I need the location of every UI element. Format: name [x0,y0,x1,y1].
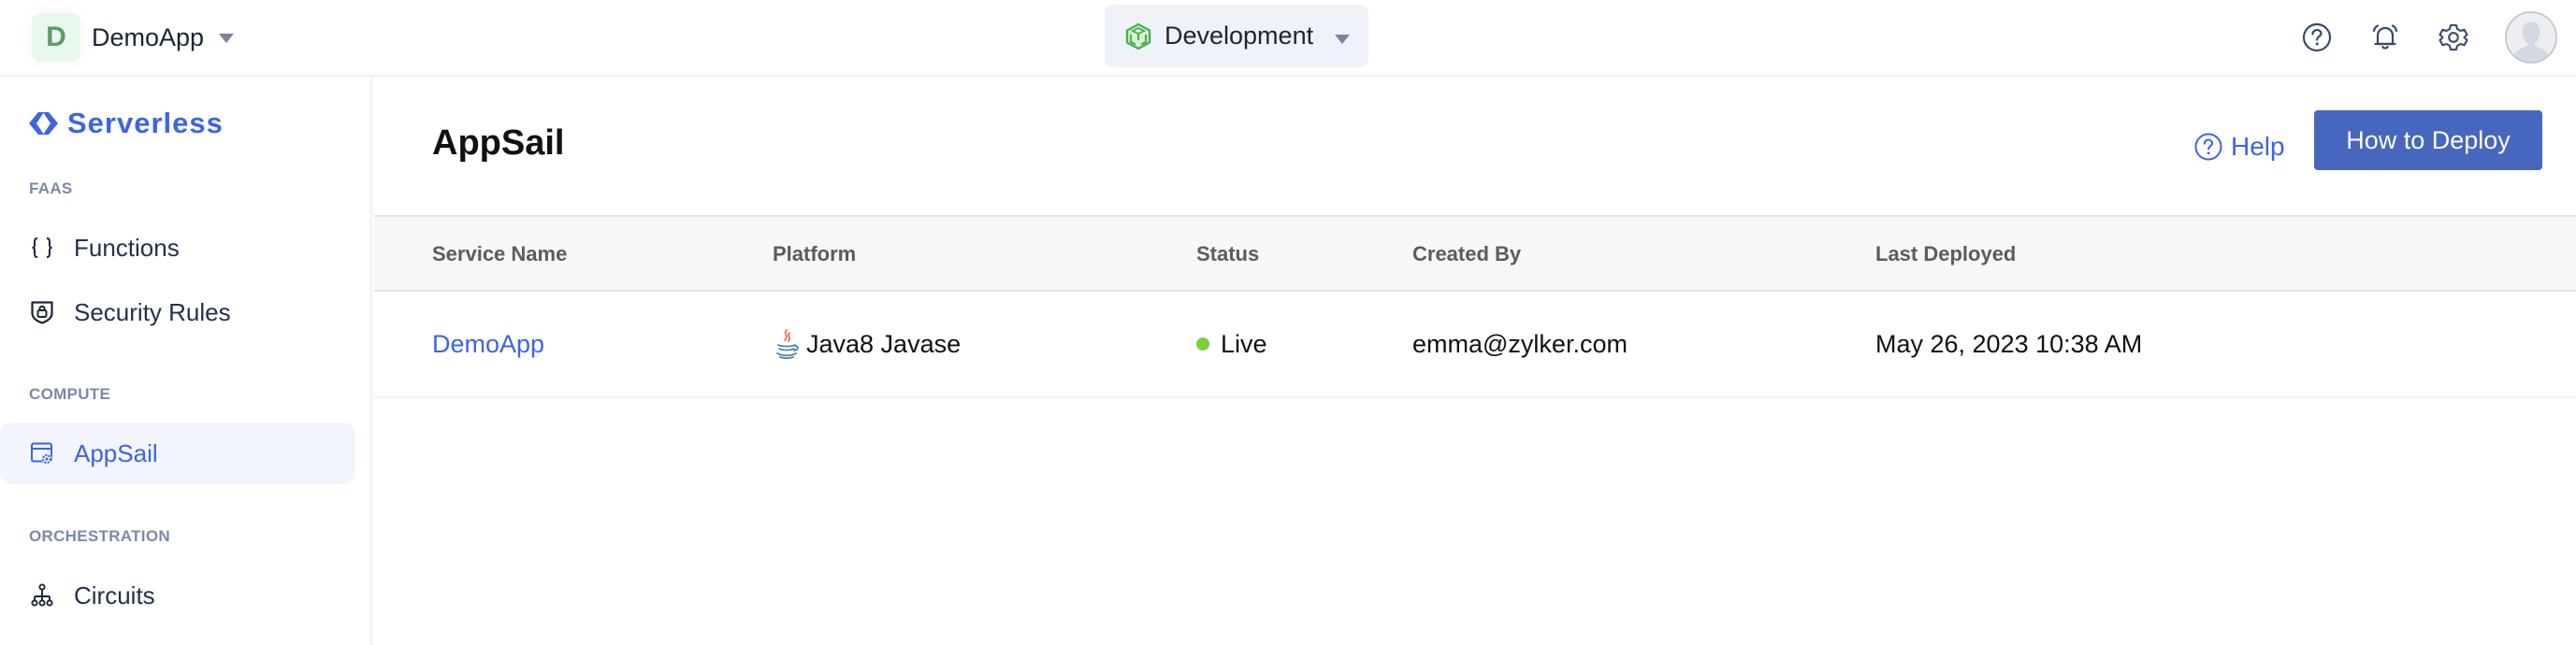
column-header-created-by: Created By [1412,242,1522,265]
nav-label: AppSail [74,438,158,467]
services-table: Service Name Platform Status Created By … [374,215,2576,398]
page-title: AppSail [432,123,565,163]
help-button[interactable] [2300,21,2334,54]
window-gear-icon [29,440,55,466]
brand-title: Serverless [67,107,224,139]
section-label-faas: FAAS [29,179,73,197]
shield-lock-icon [29,299,55,325]
platform-label: Java8 Javase [806,329,962,358]
section-label-orchestration: ORCHESTRATION [29,527,170,545]
java-icon [776,329,799,360]
status-cell: Live [1196,292,1267,396]
sidebar-item-functions[interactable]: Functions [0,217,355,279]
help-icon [2302,22,2332,52]
help-label: Help [2231,132,2285,161]
status-label: Live [1221,329,1267,358]
notifications-button[interactable] [2368,21,2402,54]
sidebar: Serverless FAAS Functions Security Rules… [0,77,372,645]
environment-switcher[interactable]: Development [1105,5,1368,67]
sidebar-item-circuits[interactable]: Circuits [0,565,355,626]
top-header: D DemoApp Development [0,0,2576,77]
serverless-brand[interactable]: Serverless [28,107,224,140]
help-link[interactable]: Help [2193,123,2285,170]
sidebar-item-security-rules[interactable]: Security Rules [0,281,355,343]
table-row[interactable]: DemoApp Java8 Javase Live emma@zylker.co… [374,292,2576,398]
chevron-down-icon [1335,35,1350,44]
column-header-service-name: Service Name [432,242,568,265]
cube-icon [1125,22,1151,50]
bell-icon [2372,24,2398,50]
braces-icon [29,235,55,261]
app-badge: D [32,13,80,62]
nav-label: Functions [74,233,180,262]
table-header: Service Name Platform Status Created By … [374,215,2576,292]
settings-button[interactable] [2437,21,2470,54]
last-deployed-cell: May 26, 2023 10:38 AM [1875,329,2143,358]
chevron-down-icon [219,34,235,43]
column-header-status: Status [1196,242,1260,265]
column-header-platform: Platform [773,242,857,265]
serverless-logo-icon [29,112,58,135]
nav-label: Circuits [74,580,155,609]
main-content: AppSail Help How to Deploy Service Name … [374,77,2576,645]
status-dot-icon [1196,337,1209,351]
how-to-deploy-button[interactable]: How to Deploy [2314,110,2542,170]
hierarchy-icon [29,582,55,609]
section-label-compute: COMPUTE [29,385,111,403]
created-by-cell: emma@zylker.com [1412,329,1628,358]
column-header-last-deployed: Last Deployed [1875,242,2017,265]
app-name: DemoApp [92,22,205,51]
platform-cell: Java8 Javase [773,292,961,396]
user-avatar[interactable] [2505,11,2557,64]
header-actions [2300,0,2576,75]
nav-label: Security Rules [74,297,231,326]
sidebar-item-appsail[interactable]: AppSail [0,423,355,484]
environment-label: Development [1165,22,1314,50]
service-name-link[interactable]: DemoApp [432,292,544,396]
app-switcher[interactable]: D DemoApp [32,13,235,62]
user-silhouette-icon [2507,13,2555,62]
gear-icon [2439,23,2468,51]
help-circle-icon [2194,133,2222,161]
